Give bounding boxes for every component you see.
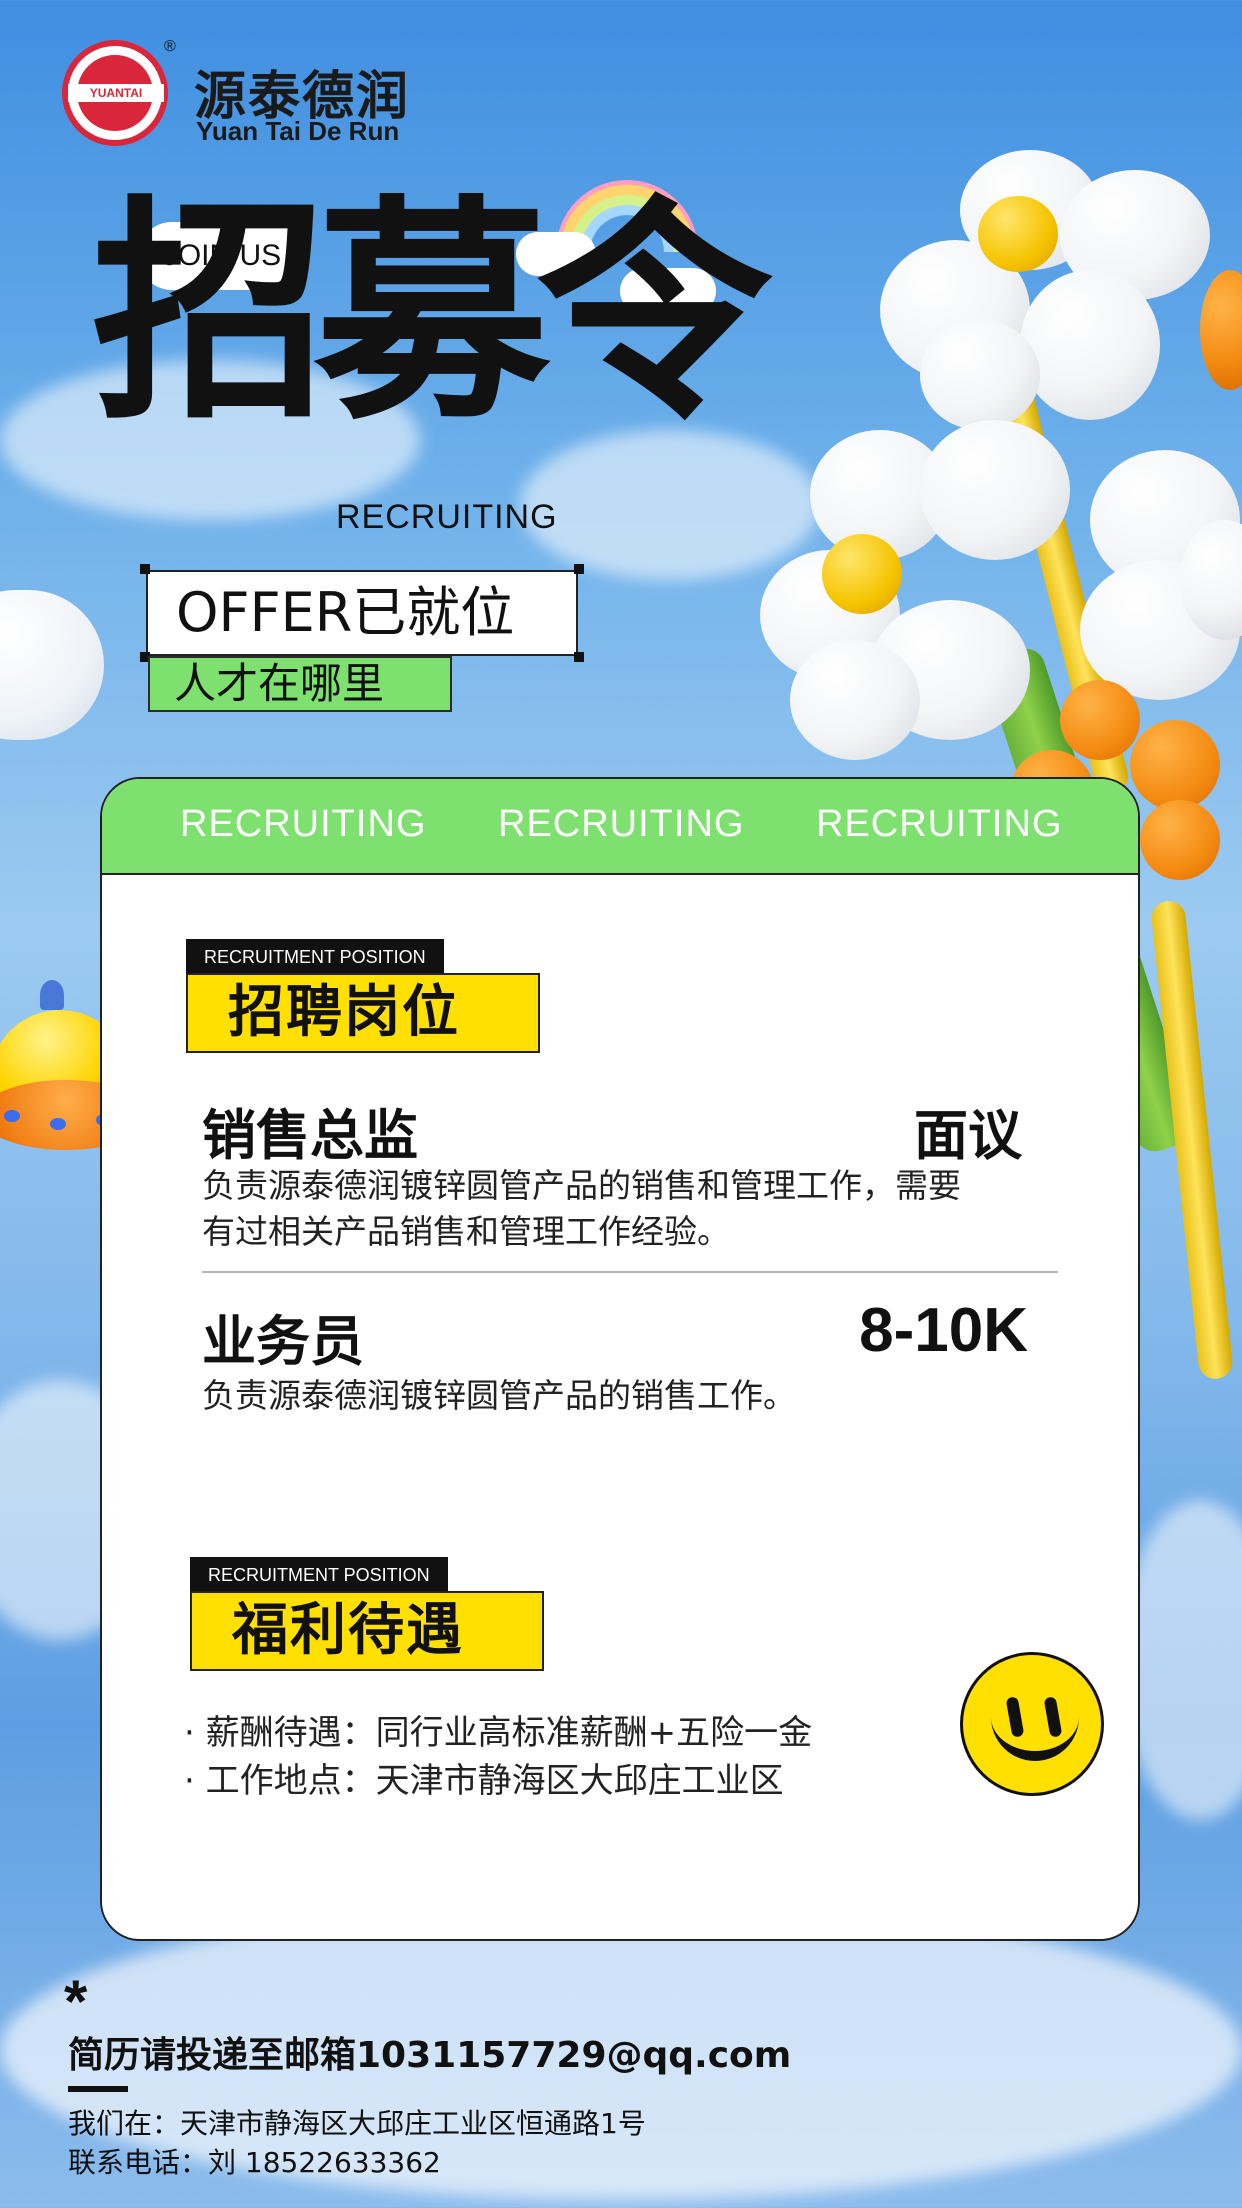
benefit-item: · 工作地点：天津市静海区大邱庄工业区 bbox=[184, 1761, 784, 1801]
smiley-icon bbox=[960, 1652, 1104, 1796]
header-label: RECRUITING bbox=[498, 803, 745, 845]
job-description: 负责源泰德润镀锌圆管产品的销售和管理工作，需要 bbox=[202, 1166, 961, 1205]
page-title: 招募令 bbox=[92, 176, 772, 451]
recruitment-card: RECRUITING RECRUITING RECRUITING RECRUIT… bbox=[100, 777, 1140, 1941]
job-description: 有过相关产品销售和管理工作经验。 bbox=[202, 1212, 730, 1251]
job-title: 销售总监 bbox=[202, 1104, 418, 1167]
corner-mark bbox=[574, 652, 584, 662]
logo-mark-text: YUANTAI bbox=[68, 84, 164, 102]
corner-mark bbox=[140, 564, 150, 574]
job-salary: 面议 bbox=[914, 1104, 1022, 1167]
logo-icon: YUANTAI bbox=[62, 40, 168, 146]
footer-divider bbox=[68, 2086, 128, 2092]
header-label: RECRUITING bbox=[816, 803, 1063, 845]
contact-phone[interactable]: 联系电话：刘 18522633362 bbox=[68, 2141, 441, 2181]
benefit-item: · 薪酬待遇：同行业高标准薪酬+五险一金 bbox=[184, 1713, 813, 1753]
registered-mark: ® bbox=[164, 38, 176, 55]
brand-name-en: Yuan Tai De Run bbox=[196, 116, 400, 146]
offer-text: OFFER已就位 bbox=[176, 581, 515, 644]
job-description: 负责源泰德润镀锌圆管产品的销售工作。 bbox=[202, 1376, 796, 1415]
positions-heading: 招聘岗位 bbox=[186, 973, 540, 1053]
card-header: RECRUITING RECRUITING RECRUITING bbox=[102, 779, 1138, 875]
talent-banner: 人才在哪里 bbox=[148, 656, 452, 712]
benefits-heading: 福利待遇 bbox=[190, 1591, 544, 1671]
header-label: RECRUITING bbox=[180, 803, 427, 845]
benefits-tag: RECRUITMENT POSITION bbox=[190, 1557, 448, 1593]
sky-cloud bbox=[520, 430, 820, 580]
job-title: 业务员 bbox=[202, 1310, 364, 1373]
offer-banner: OFFER已就位 bbox=[140, 564, 584, 662]
cloud-icon bbox=[0, 590, 104, 740]
asterisk-mark: * bbox=[64, 1968, 88, 2035]
positions-tag: RECRUITMENT POSITION bbox=[186, 939, 444, 975]
job-salary: 8-10K bbox=[859, 1296, 1028, 1365]
title-subtitle: RECRUITING bbox=[336, 498, 558, 536]
corner-mark bbox=[574, 564, 584, 574]
job-divider bbox=[202, 1271, 1058, 1273]
company-address: 我们在：天津市静海区大邱庄工业区恒通路1号 bbox=[68, 2107, 646, 2140]
resume-email[interactable]: 简历请投递至邮箱1031157729@qq.com bbox=[68, 2026, 791, 2078]
